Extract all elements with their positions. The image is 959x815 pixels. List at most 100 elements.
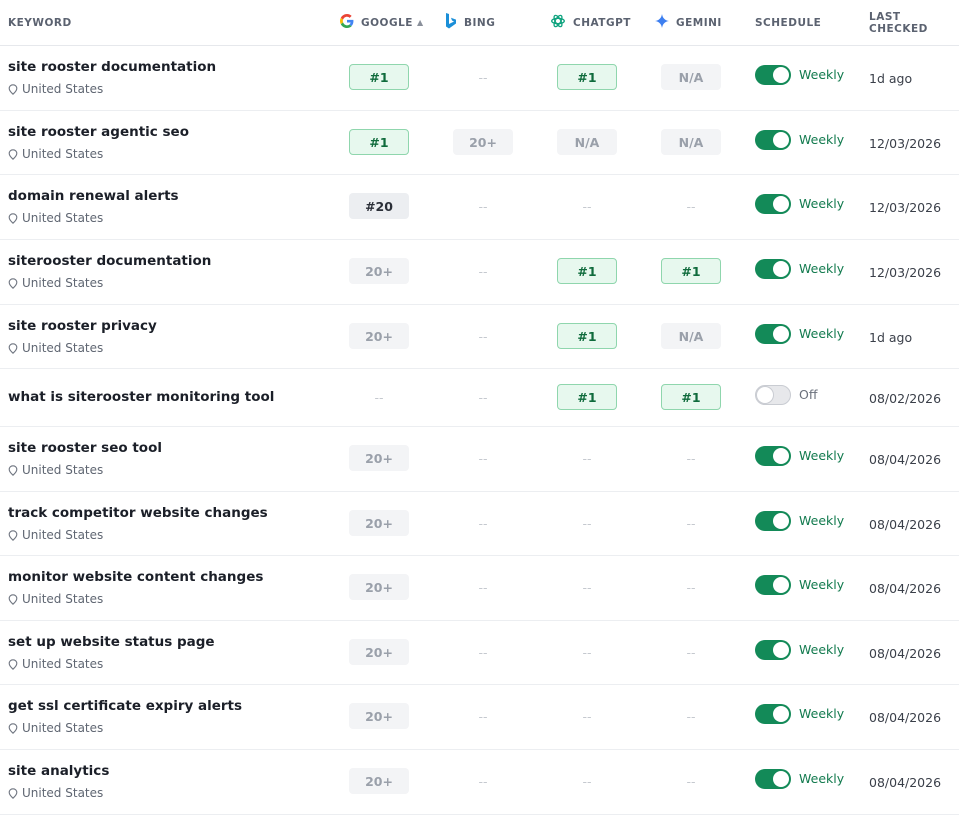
bing-rank-badge: 20+: [453, 129, 513, 155]
bing-rank-badge: --: [478, 644, 488, 660]
keyword-location: United States: [8, 82, 103, 96]
schedule-toggle[interactable]: [755, 575, 791, 595]
schedule-toggle[interactable]: [755, 446, 791, 466]
location-pin-icon: [8, 212, 22, 224]
location-pin-icon: [8, 342, 22, 354]
chatgpt-rank-badge: --: [582, 773, 592, 789]
schedule-label: Weekly: [799, 67, 845, 82]
google-rank-badge: 20+: [349, 510, 409, 536]
gemini-rank-badge: --: [686, 773, 696, 789]
chatgpt-rank-badge: #1: [557, 258, 617, 284]
keyword-text[interactable]: track competitor website changes: [8, 505, 268, 521]
location-pin-icon: [8, 148, 22, 160]
schedule-toggle[interactable]: [755, 130, 791, 150]
keyword-location: United States: [8, 592, 103, 606]
last-checked-value: 1d ago: [869, 71, 913, 86]
table-row[interactable]: site analytics United States 20+ -- -- -- Week…: [0, 750, 959, 815]
table-row[interactable]: site rooster documentation United States #…: [0, 46, 959, 111]
column-header-last-checked[interactable]: LAST CHECKED: [869, 0, 959, 45]
column-header-bing-label: BING: [464, 16, 496, 29]
gemini-rank-badge: --: [686, 579, 696, 595]
bing-rank-badge: --: [478, 773, 488, 789]
schedule-toggle[interactable]: [755, 324, 791, 344]
column-header-last-checked-label: LAST CHECKED: [869, 10, 928, 35]
bing-rank-badge: --: [478, 389, 488, 405]
keyword-text[interactable]: monitor website content changes: [8, 569, 263, 585]
location-label: United States: [22, 341, 104, 355]
toggle-knob: [773, 326, 789, 342]
keyword-text[interactable]: what is siterooster monitoring tool: [8, 389, 274, 405]
schedule-toggle[interactable]: [755, 511, 791, 531]
gemini-rank-badge: N/A: [661, 64, 721, 90]
location-label: United States: [22, 211, 104, 225]
table-row[interactable]: domain renewal alerts United States #20 -- -…: [0, 175, 959, 240]
keyword-location: United States: [8, 657, 103, 671]
schedule-label: Weekly: [799, 132, 845, 147]
column-header-schedule[interactable]: SCHEDULE: [755, 0, 821, 45]
location-pin-icon: [8, 83, 22, 95]
bing-rank-badge: --: [478, 579, 488, 595]
table-row[interactable]: set up website status page United States 2…: [0, 621, 959, 685]
location-pin-icon: [8, 722, 22, 734]
schedule-toggle[interactable]: [755, 259, 791, 279]
keyword-text[interactable]: siterooster documentation: [8, 253, 211, 269]
keyword-text[interactable]: site analytics: [8, 763, 109, 779]
column-header-bing[interactable]: BING: [445, 0, 495, 45]
column-header-schedule-label: SCHEDULE: [755, 16, 822, 29]
keyword-text[interactable]: domain renewal alerts: [8, 188, 179, 204]
table-header: KEYWORD GOOGLE ▲ BING CHATGPT GEMINI SCH…: [0, 0, 959, 46]
toggle-knob: [773, 513, 789, 529]
table-row[interactable]: get ssl certificate expiry alerts United …: [0, 685, 959, 750]
schedule-toggle[interactable]: [755, 65, 791, 85]
keyword-text[interactable]: set up website status page: [8, 634, 215, 650]
schedule-toggle[interactable]: [755, 769, 791, 789]
chatgpt-rank-badge: --: [582, 450, 592, 466]
google-rank-badge: 20+: [349, 323, 409, 349]
column-header-keyword[interactable]: KEYWORD: [8, 0, 72, 45]
keyword-text[interactable]: site rooster privacy: [8, 318, 157, 334]
location-label: United States: [22, 463, 104, 477]
last-checked-value: 08/04/2026: [869, 581, 942, 596]
last-checked-value: 08/04/2026: [869, 452, 942, 467]
toggle-knob: [773, 261, 789, 277]
table-row[interactable]: site rooster seo tool United States 20+ -- -…: [0, 427, 959, 492]
location-pin-icon: [8, 529, 22, 541]
schedule-toggle[interactable]: [755, 385, 791, 405]
column-header-gemini[interactable]: GEMINI: [655, 0, 722, 45]
chatgpt-rank-badge: #1: [557, 384, 617, 410]
sort-asc-icon: ▲: [416, 18, 424, 27]
location-label: United States: [22, 147, 104, 161]
toggle-knob: [773, 706, 789, 722]
keyword-location: United States: [8, 463, 103, 477]
column-header-google[interactable]: GOOGLE ▲: [340, 0, 424, 45]
keyword-location: United States: [8, 147, 103, 161]
schedule-toggle[interactable]: [755, 194, 791, 214]
column-header-chatgpt[interactable]: CHATGPT: [550, 0, 631, 45]
keyword-location: United States: [8, 276, 103, 290]
google-rank-badge: 20+: [349, 703, 409, 729]
location-pin-icon: [8, 464, 22, 476]
location-label: United States: [22, 592, 104, 606]
keyword-location: United States: [8, 528, 103, 542]
gemini-rank-badge: --: [686, 708, 696, 724]
toggle-knob: [773, 448, 789, 464]
schedule-label: Weekly: [799, 448, 845, 463]
table-row[interactable]: track competitor website changes United S…: [0, 492, 959, 556]
last-checked-value: 08/04/2026: [869, 775, 942, 790]
schedule-toggle[interactable]: [755, 640, 791, 660]
table-row[interactable]: monitor website content changes United St…: [0, 556, 959, 621]
keyword-text[interactable]: get ssl certificate expiry alerts: [8, 698, 242, 714]
location-pin-icon: [8, 787, 22, 799]
table-row[interactable]: what is siterooster monitoring tool -- -- #…: [0, 369, 959, 427]
keyword-text[interactable]: site rooster documentation: [8, 59, 216, 75]
keyword-text[interactable]: site rooster agentic seo: [8, 124, 189, 140]
keyword-location: United States: [8, 786, 103, 800]
bing-rank-badge: --: [478, 198, 488, 214]
gemini-rank-badge: --: [686, 198, 696, 214]
gemini-rank-badge: #1: [661, 258, 721, 284]
keyword-text[interactable]: site rooster seo tool: [8, 440, 162, 456]
table-row[interactable]: siterooster documentation United States 20…: [0, 240, 959, 305]
table-row[interactable]: site rooster privacy United States 20+ -- #1…: [0, 305, 959, 369]
schedule-toggle[interactable]: [755, 704, 791, 724]
table-row[interactable]: site rooster agentic seo United States #1 2…: [0, 111, 959, 175]
